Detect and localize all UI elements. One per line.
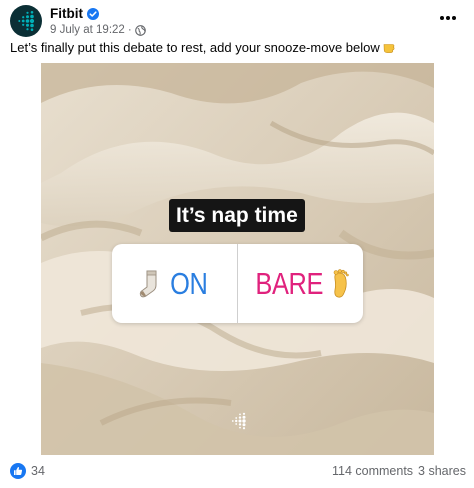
post-timestamp[interactable]: 9 July at 19:22 — [50, 23, 125, 37]
post-caption: Let’s finally put this debate to rest, a… — [10, 40, 470, 56]
like-icon — [10, 463, 26, 479]
foot-icon — [334, 268, 350, 298]
nap-time-banner: It’s nap time — [169, 199, 305, 232]
meta-separator: · — [127, 24, 132, 36]
engagement-stats: 114 comments 3 shares — [332, 462, 466, 480]
poll-option-on-label: ON — [170, 265, 208, 301]
fitbit-watermark-icon — [231, 412, 246, 430]
post-header: Fitbit 9 July at 19:22 · — [0, 0, 474, 40]
poll-option-on[interactable]: ON — [112, 244, 238, 323]
sock-icon — [139, 270, 157, 297]
post-image[interactable]: It’s nap time ON BARE — [41, 63, 434, 455]
reactions-summary[interactable]: 34 — [10, 462, 45, 480]
globe-icon — [134, 24, 146, 36]
page-name-link[interactable]: Fitbit — [50, 6, 99, 22]
fitbit-logo-icon — [18, 11, 35, 32]
shares-count-link[interactable]: 3 shares — [418, 464, 466, 478]
post-caption-text: Let’s finally put this debate to rest, a… — [10, 40, 380, 55]
poll-option-bare-label: BARE — [255, 265, 324, 301]
poll-sticker[interactable]: ON BARE — [112, 244, 363, 323]
like-count: 34 — [31, 464, 45, 478]
more-options-button[interactable] — [434, 6, 462, 30]
verified-icon — [87, 8, 99, 20]
thumbs-up-icon — [14, 466, 23, 475]
poll-option-bare[interactable]: BARE — [238, 244, 364, 323]
page-avatar[interactable] — [10, 5, 42, 37]
comments-count-link[interactable]: 114 comments — [332, 464, 413, 478]
more-options-icon — [440, 16, 456, 20]
post-meta: 9 July at 19:22 · — [50, 23, 146, 37]
pointing-hand-icon — [383, 44, 395, 53]
page-name[interactable]: Fitbit — [50, 6, 83, 22]
